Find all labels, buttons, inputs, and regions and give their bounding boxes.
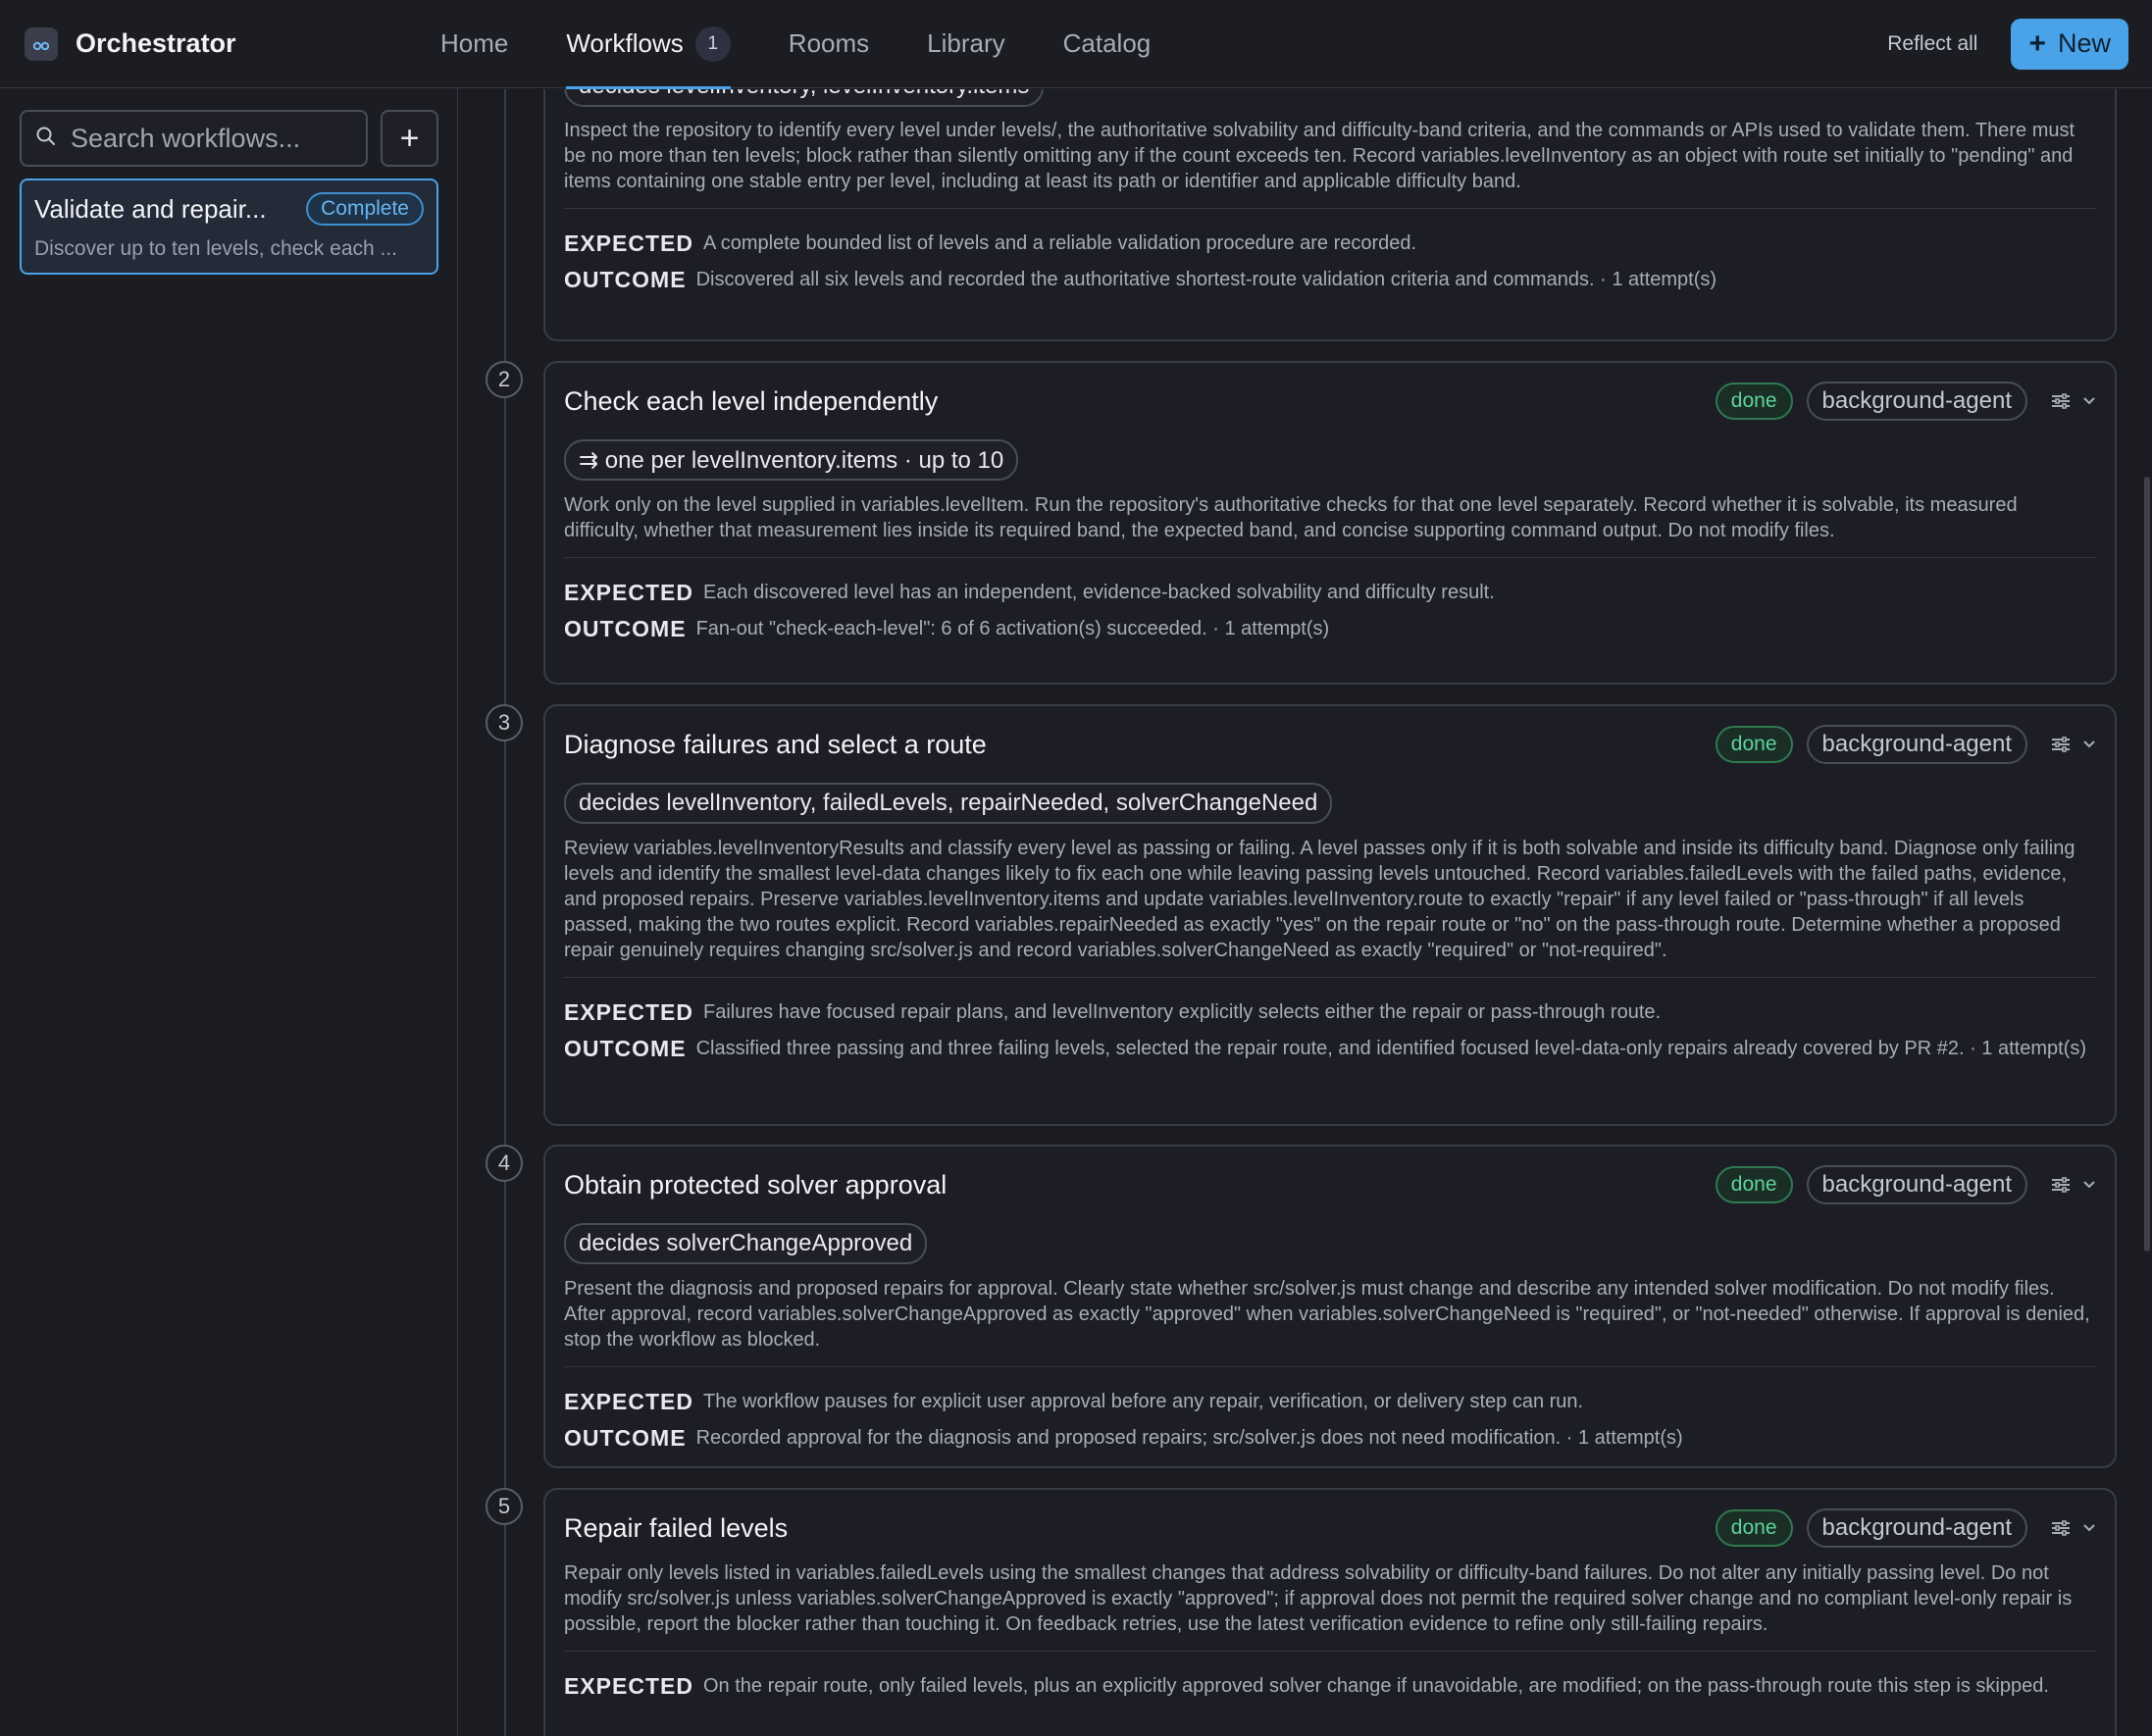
expected-label: EXPECTED — [564, 1673, 693, 1699]
outcome-text: Recorded approval for the diagnosis and … — [695, 1427, 1683, 1449]
workflows-count-badge: 1 — [694, 26, 731, 62]
main-nav: Home Workflows 1 Rooms Library Catalog — [440, 0, 1208, 89]
workflow-steps-panel[interactable]: decides levelInventory, levelInventory.i… — [459, 89, 2152, 1736]
new-button-label: New — [2057, 28, 2111, 58]
search-box[interactable] — [20, 110, 368, 167]
expected-label: EXPECTED — [564, 580, 693, 605]
status-badge: done — [1715, 1166, 1793, 1203]
nav-catalog[interactable]: Catalog — [1063, 0, 1152, 88]
expected-text: The workflow pauses for explicit user ap… — [702, 1391, 1584, 1412]
workflow-title: Validate and repair... — [34, 193, 267, 224]
step-options-button[interactable] — [2051, 392, 2096, 410]
step-description: Inspect the repository to identify every… — [564, 118, 2096, 209]
outcome-label: OUTCOME — [564, 616, 687, 641]
decides-chip: decides solverChangeApproved — [564, 1223, 928, 1264]
chevron-down-icon — [2083, 740, 2095, 748]
step-description: Present the diagnosis and proposed repai… — [564, 1276, 2096, 1367]
new-button[interactable]: + New — [2011, 18, 2128, 70]
sliders-icon — [2052, 737, 2070, 752]
plus-icon: + — [2028, 26, 2046, 60]
chevron-down-icon — [2083, 1524, 2095, 1532]
step-options-button[interactable] — [2051, 736, 2096, 753]
step-title: Diagnose failures and select a route — [564, 729, 987, 759]
status-badge: done — [1715, 383, 1793, 420]
chevron-down-icon — [2083, 1181, 2095, 1189]
reflect-all-button[interactable]: Reflect all — [1887, 32, 1977, 56]
brand[interactable]: Orchestrator — [25, 26, 417, 61]
agent-badge: background-agent — [1806, 725, 2027, 764]
expected-text: A complete bounded list of levels and a … — [702, 232, 1417, 254]
expected-label: EXPECTED — [564, 1389, 693, 1414]
outcome-label: OUTCOME — [564, 1036, 687, 1061]
outcome-text: Classified three passing and three faili… — [695, 1038, 2086, 1059]
step-title: Obtain protected solver approval — [564, 1169, 948, 1200]
nav-label: Catalog — [1062, 28, 1152, 58]
nav-library[interactable]: Library — [927, 0, 1004, 88]
outcome-text: Discovered all six levels and recorded t… — [695, 269, 1717, 290]
status-badge: Complete — [306, 192, 424, 226]
nav-label: Rooms — [788, 28, 870, 58]
chevron-down-icon — [2083, 397, 2095, 405]
expected-text: On the repair route, only failed levels,… — [702, 1675, 2049, 1697]
agent-badge: background-agent — [1806, 382, 2027, 421]
orchestrator-logo-icon — [25, 26, 58, 61]
sliders-icon — [2052, 1177, 2070, 1193]
fanout-chip: ⇉ one per levelInventory.items · up to 1… — [564, 439, 1019, 481]
agent-badge: background-agent — [1806, 1165, 2027, 1204]
expected-label: EXPECTED — [564, 999, 693, 1025]
sliders-icon — [2052, 393, 2070, 409]
step-number: 4 — [486, 1145, 523, 1182]
expected-text: Each discovered level has an independent… — [702, 582, 1495, 603]
app-title: Orchestrator — [76, 28, 236, 58]
step-card: Obtain protected solver approval done ba… — [543, 1145, 2117, 1468]
nav-rooms[interactable]: Rooms — [789, 0, 869, 88]
step-title: Check each level independently — [564, 385, 939, 416]
expected-text: Failures have focused repair plans, and … — [702, 1001, 1662, 1023]
step-description: Review variables.levelInventoryResults a… — [564, 836, 2096, 978]
decides-chip: decides levelInventory, levelInventory.i… — [564, 89, 1045, 107]
expected-label: EXPECTED — [564, 230, 693, 256]
scrollbar-thumb[interactable] — [2144, 477, 2150, 1251]
step-options-button[interactable] — [2051, 1519, 2096, 1537]
topbar-actions: Reflect all + New — [1887, 18, 2128, 70]
nav-workflows[interactable]: Workflows 1 — [566, 0, 732, 89]
sidebar: + Validate and repair... Complete Discov… — [0, 88, 458, 1736]
step-number: 3 — [486, 704, 523, 741]
nav-label: Workflows — [566, 28, 684, 58]
search-input[interactable] — [71, 123, 355, 154]
step-options-button[interactable] — [2051, 1176, 2096, 1194]
top-bar: Orchestrator Home Workflows 1 Rooms Libr… — [0, 0, 2152, 89]
nav-label: Home — [440, 28, 509, 58]
workflow-list-item[interactable]: Validate and repair... Complete Discover… — [20, 179, 438, 275]
step-description: Repair only levels listed in variables.f… — [564, 1560, 2096, 1652]
status-badge: done — [1715, 1509, 1793, 1547]
step-number: 2 — [486, 361, 523, 398]
step-title: Repair failed levels — [564, 1512, 789, 1543]
step-card: Diagnose failures and select a route don… — [543, 704, 2117, 1126]
step-card: decides levelInventory, levelInventory.i… — [543, 89, 2117, 341]
nav-home[interactable]: Home — [440, 0, 508, 88]
step-card: Repair failed levels done background-age… — [543, 1488, 2117, 1736]
status-badge: done — [1715, 726, 1793, 763]
nav-label: Library — [927, 28, 1005, 58]
add-workflow-button[interactable]: + — [381, 110, 438, 167]
agent-badge: background-agent — [1806, 1508, 2027, 1548]
workflow-description: Discover up to ten levels, check each ..… — [34, 237, 398, 260]
outcome-text: Fan-out "check-each-level": 6 of 6 activ… — [695, 618, 1330, 639]
plus-icon: + — [399, 119, 420, 157]
decides-chip: decides levelInventory, failedLevels, re… — [564, 783, 1333, 824]
step-description: Work only on the level supplied in varia… — [564, 492, 2096, 558]
search-icon — [35, 126, 57, 152]
scrollbar[interactable] — [2142, 89, 2152, 1736]
outcome-label: OUTCOME — [564, 267, 687, 292]
sliders-icon — [2052, 1520, 2070, 1536]
outcome-label: OUTCOME — [564, 1425, 687, 1451]
step-card: Check each level independently done back… — [543, 361, 2117, 685]
step-number: 5 — [486, 1488, 523, 1525]
